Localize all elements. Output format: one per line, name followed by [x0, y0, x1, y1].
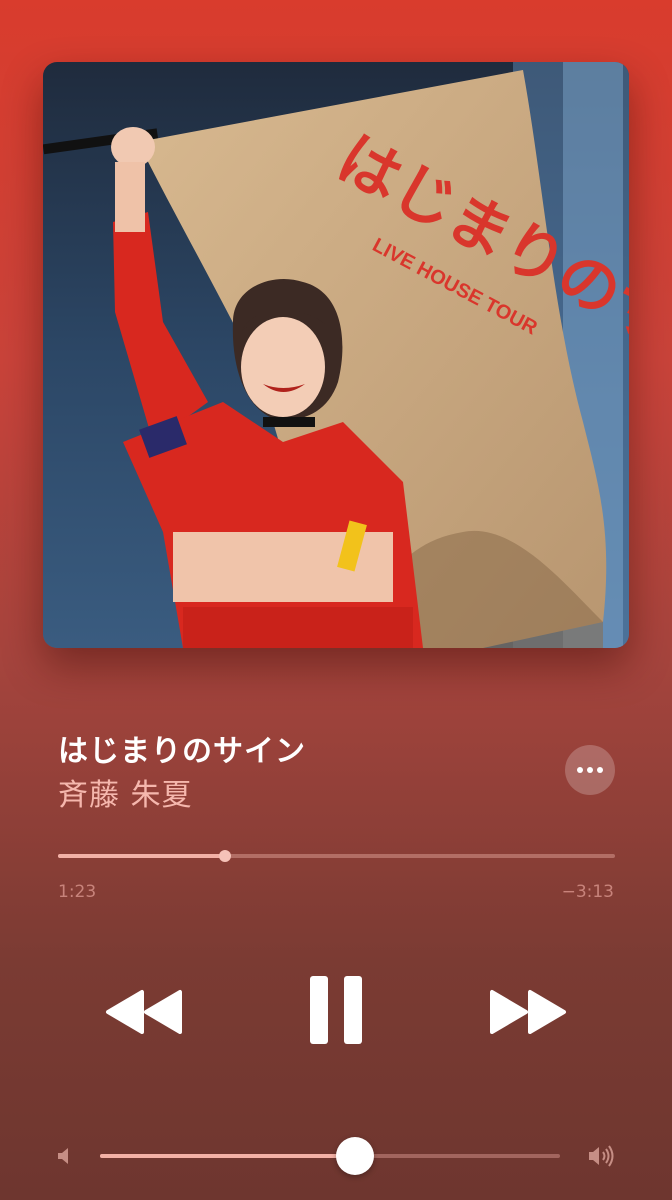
more-icon-dot — [597, 767, 603, 773]
progress-slider[interactable] — [58, 850, 615, 862]
more-icon — [577, 767, 583, 773]
remaining-time: −3:13 — [561, 882, 614, 902]
rewind-button[interactable] — [100, 980, 188, 1044]
track-title: はじまりのサイン — [58, 734, 306, 769]
progress-fill — [58, 854, 226, 858]
forward-button[interactable] — [484, 980, 572, 1044]
forward-icon — [490, 990, 566, 1034]
volume-knob[interactable] — [336, 1137, 375, 1175]
track-artist[interactable]: 斉藤 朱夏 — [58, 770, 193, 814]
volume-fill — [100, 1154, 356, 1158]
album-artwork: はじまりのサイン LIVE HOUSE TOUR — [43, 62, 629, 648]
volume-low-icon — [58, 1148, 68, 1164]
pause-icon — [310, 976, 362, 1044]
pause-button[interactable] — [296, 970, 376, 1050]
more-button[interactable] — [565, 745, 615, 795]
elapsed-time: 1:23 — [58, 882, 97, 902]
more-icon-dot — [587, 767, 593, 773]
volume-slider[interactable] — [100, 1137, 560, 1175]
progress-knob[interactable] — [219, 850, 232, 862]
volume-high-icon — [589, 1145, 614, 1167]
rewind-icon — [106, 990, 182, 1034]
